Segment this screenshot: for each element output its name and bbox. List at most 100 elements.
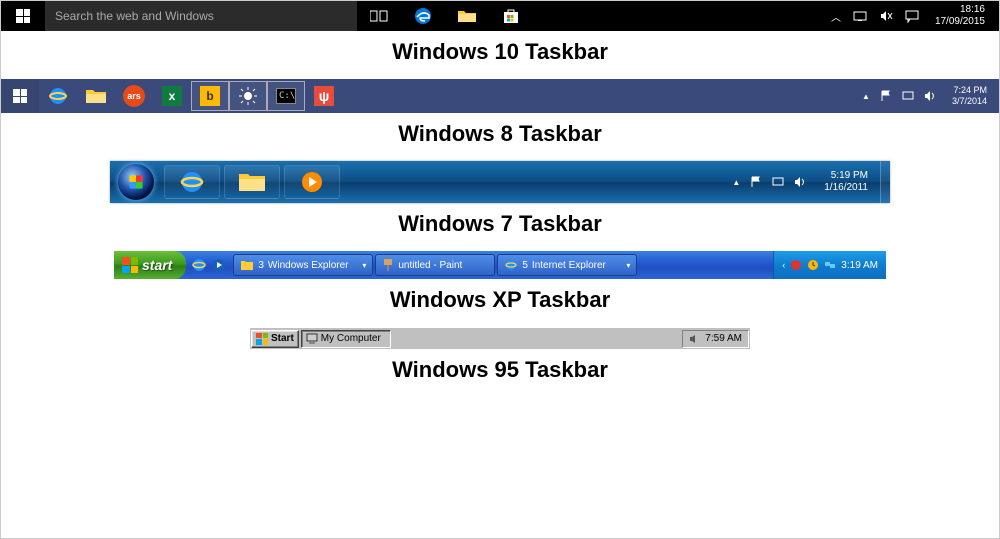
edge-icon — [413, 6, 433, 26]
windows-logo-icon — [13, 89, 27, 103]
search-input[interactable]: Search the web and Windows — [45, 1, 357, 31]
chevron-down-icon: ▾ — [626, 261, 630, 270]
tray-chevron-icon[interactable]: ‹ — [782, 260, 785, 270]
network-icon[interactable] — [853, 10, 867, 22]
edge-app-button[interactable] — [401, 1, 445, 31]
action-center-icon[interactable] — [905, 9, 919, 23]
ie-app-button[interactable] — [39, 81, 77, 111]
windows-logo-icon — [256, 333, 268, 345]
volume-icon[interactable] — [924, 90, 936, 102]
task-label: untitled - Paint — [398, 260, 462, 271]
task-count: 5 — [522, 260, 528, 271]
file-explorer-button[interactable] — [445, 1, 489, 31]
caption-win95: Windows 95 Taskbar — [1, 357, 999, 383]
folder-icon — [240, 259, 254, 271]
start-button[interactable] — [110, 164, 162, 200]
ie-icon — [179, 169, 205, 195]
ars-app-button[interactable]: ars — [115, 81, 153, 111]
network-icon[interactable] — [772, 177, 784, 187]
folder-icon — [457, 8, 477, 24]
update-icon[interactable] — [807, 259, 819, 271]
clock[interactable]: 18:16 17/09/2015 — [931, 4, 989, 28]
clock[interactable]: 7:24 PM 3/7/2014 — [946, 85, 993, 107]
volume-mute-icon[interactable] — [879, 9, 893, 23]
windows7-taskbar: ▲ 5:19 PM 1/16/2011 — [110, 161, 890, 203]
time-text: 5:19 PM — [824, 170, 868, 182]
chevron-down-icon: ▾ — [362, 261, 366, 270]
quick-launch — [186, 256, 232, 274]
start-button[interactable] — [1, 1, 45, 31]
brightness-icon — [238, 86, 258, 106]
settings-app-button[interactable] — [229, 81, 267, 111]
windowsxp-taskbar: start 3 Windows Explorer ▾ untitled - Pa… — [114, 251, 886, 279]
tray-chevron-icon[interactable]: ︿ — [831, 9, 841, 24]
media-icon — [212, 258, 226, 272]
ie-icon — [504, 258, 518, 272]
wmp-app-button[interactable] — [284, 165, 340, 199]
store-icon — [502, 7, 520, 25]
music-icon: ψ — [314, 86, 334, 106]
file-explorer-button[interactable] — [224, 165, 280, 199]
start-button[interactable]: start — [114, 251, 186, 279]
caption-win8: Windows 8 Taskbar — [1, 121, 999, 147]
task-button-explorer[interactable]: 3 Windows Explorer ▾ — [233, 254, 373, 276]
task-button-paint[interactable]: untitled - Paint — [375, 254, 495, 276]
task-view-button[interactable] — [357, 1, 401, 31]
start-button[interactable] — [1, 79, 39, 113]
ie-icon — [191, 257, 207, 273]
system-tray: ▲ 5:19 PM 1/16/2011 — [732, 170, 880, 194]
windows10-taskbar: Search the web and Windows ︿ 18:16 17/09… — [1, 1, 999, 31]
ars-icon: ars — [123, 85, 145, 107]
windows-orb-icon — [118, 164, 154, 200]
excel-icon: x — [162, 86, 182, 106]
bing-app-button[interactable]: b — [191, 81, 229, 111]
start-label: Start — [271, 333, 294, 344]
start-button[interactable]: Start — [251, 330, 299, 348]
computer-icon — [306, 333, 318, 345]
system-tray: ▲ 7:24 PM 3/7/2014 — [862, 85, 999, 107]
date-text: 17/09/2015 — [935, 16, 985, 28]
task-count: 3 — [258, 260, 264, 271]
task-button-ie[interactable]: 5 Internet Explorer ▾ — [497, 254, 637, 276]
excel-app-button[interactable]: x — [153, 81, 191, 111]
bing-icon: b — [200, 86, 220, 106]
network-icon[interactable] — [824, 259, 836, 271]
task-label: My Computer — [321, 333, 381, 344]
date-text: 3/7/2014 — [952, 96, 987, 107]
windows-logo-icon — [122, 257, 138, 273]
clock[interactable]: 5:19 PM 1/16/2011 — [816, 170, 876, 194]
search-placeholder: Search the web and Windows — [55, 9, 214, 23]
ie-quick-launch[interactable] — [190, 256, 208, 274]
file-explorer-button[interactable] — [77, 81, 115, 111]
flag-icon[interactable] — [750, 176, 762, 188]
flag-icon[interactable] — [880, 90, 892, 102]
ie-app-button[interactable] — [164, 165, 220, 199]
ie-icon — [47, 85, 69, 107]
volume-icon[interactable] — [689, 334, 699, 344]
volume-icon[interactable] — [794, 176, 806, 188]
music-app-button[interactable]: ψ — [305, 81, 343, 111]
task-button-mycomputer[interactable]: My Computer — [301, 330, 391, 348]
cmd-app-button[interactable]: C:\ — [267, 81, 305, 111]
show-desktop-button[interactable] — [880, 161, 890, 203]
windows8-taskbar: ars x b C:\ ψ ▲ 7:24 PM 3/7/2014 — [1, 79, 999, 113]
windows95-taskbar: Start My Computer 7:59 AM — [250, 327, 750, 349]
task-label: Internet Explorer — [532, 260, 606, 271]
tray-chevron-icon[interactable]: ▲ — [862, 92, 870, 101]
task-view-icon — [370, 9, 388, 23]
time-text[interactable]: 7:59 AM — [705, 333, 742, 344]
media-quick-launch[interactable] — [210, 256, 228, 274]
time-text: 7:24 PM — [952, 85, 987, 96]
system-tray: 7:59 AM — [682, 330, 749, 348]
paint-icon — [382, 258, 394, 272]
wmp-icon — [299, 169, 325, 195]
security-icon[interactable] — [790, 259, 802, 271]
network-icon[interactable] — [902, 91, 914, 101]
system-tray: ︿ 18:16 17/09/2015 — [831, 4, 999, 28]
store-app-button[interactable] — [489, 1, 533, 31]
tray-chevron-icon[interactable]: ▲ — [732, 178, 740, 187]
start-label: start — [142, 257, 172, 273]
time-text[interactable]: 3:19 AM — [841, 260, 878, 271]
system-tray: ‹ 3:19 AM — [773, 251, 886, 279]
date-text: 1/16/2011 — [824, 182, 868, 194]
